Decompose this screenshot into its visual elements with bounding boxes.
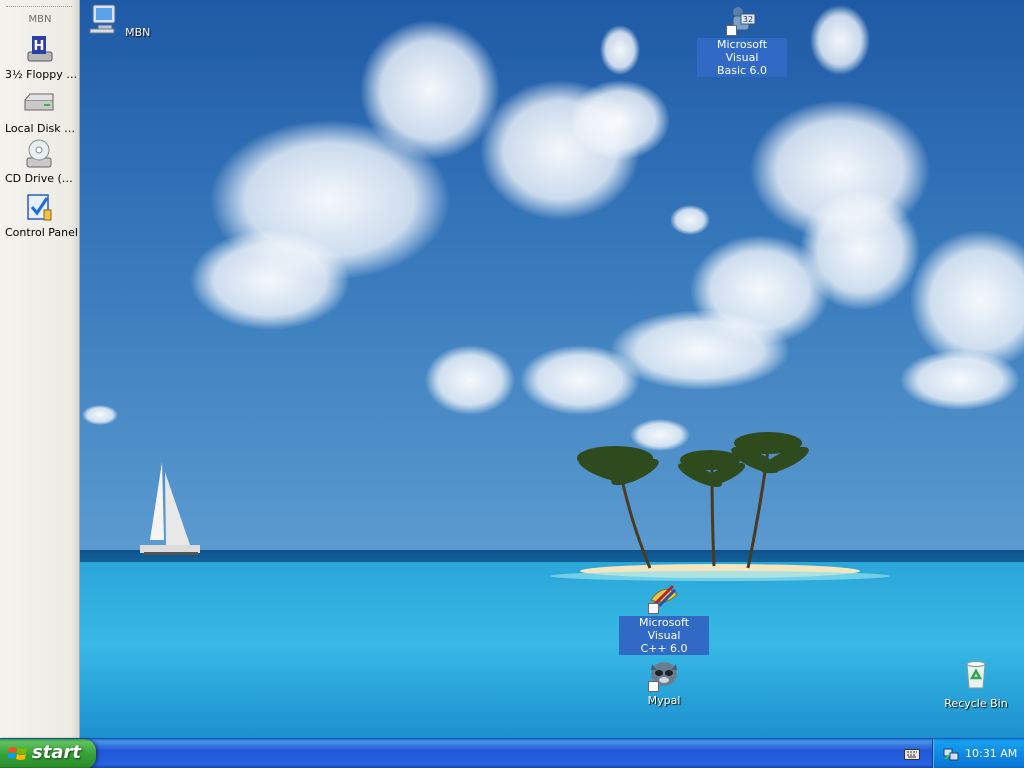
system-tray: 10:31 AM	[932, 739, 1024, 768]
desktop-icon-mbn[interactable]: MBN	[74, 2, 164, 39]
panel-item-label: CD Drive (D:)	[5, 172, 78, 185]
clock[interactable]: 10:31 AM	[965, 747, 1017, 760]
panel-item-control-panel[interactable]: Control Panel	[0, 192, 80, 242]
desktop-screen: MBN H 3½ Floppy (A:) Local Disk (C:) CD …	[0, 0, 1024, 768]
desktop-icon-label: Mypal	[647, 694, 681, 707]
panel-item-local-disk[interactable]: Local Disk (C:)	[0, 88, 80, 138]
hard-disk-icon	[24, 93, 54, 111]
quick-launch-panel: MBN H 3½ Floppy (A:) Local Disk (C:) CD …	[0, 0, 80, 738]
panel-item-label: 3½ Floppy (A:)	[5, 68, 78, 81]
visual-cpp-icon-wrap	[647, 580, 681, 614]
panel-item-label: Local Disk (C:)	[5, 122, 78, 135]
desktop-icon-label: Microsoft Visual Basic 6.0	[697, 38, 787, 77]
my-computer-icon	[89, 4, 116, 34]
windows-flag-icon	[8, 747, 27, 760]
shortcut-arrow-icon	[648, 603, 659, 614]
desktop-icon-label: Recycle Bin	[944, 697, 1008, 710]
desktop-icon-visual-basic[interactable]: 32 Microsoft Visual Basic 6.0	[697, 2, 787, 77]
shortcut-arrow-icon	[648, 681, 659, 692]
panel-item-label: Control Panel	[5, 226, 78, 239]
shortcut-arrow-icon	[726, 25, 737, 36]
network-tray-icon[interactable]	[943, 746, 959, 762]
visual-basic-icon-wrap: 32	[725, 2, 759, 36]
desktop-icon-label: MBN	[125, 26, 151, 39]
desktop-icon-visual-cpp[interactable]: Microsoft Visual C++ 6.0	[619, 580, 709, 655]
mypal-icon-wrap	[647, 658, 681, 692]
svg-text:H: H	[34, 39, 45, 54]
panel-title: MBN	[28, 14, 52, 25]
svg-text:32: 32	[743, 15, 753, 24]
desktop-icon-recycle-bin[interactable]: Recycle Bin	[931, 658, 1021, 710]
panel-grip[interactable]	[6, 6, 72, 8]
cd-drive-icon	[26, 139, 52, 168]
wallpaper	[0, 0, 1024, 740]
panel-item-floppy[interactable]: H 3½ Floppy (A:)	[0, 34, 80, 84]
panel-item-cd-drive[interactable]: CD Drive (D:)	[0, 138, 80, 188]
desktop-icon-mypal[interactable]: Mypal	[619, 658, 709, 707]
keyboard-icon[interactable]	[904, 748, 920, 760]
recycle-bin-icon	[966, 661, 986, 689]
taskbar: start 10:31 AM	[0, 738, 1024, 768]
floppy-drive-icon: H	[27, 36, 53, 62]
desktop-icon-label: Microsoft Visual C++ 6.0	[619, 616, 709, 655]
start-label: start	[32, 742, 81, 763]
control-panel-icon	[27, 194, 52, 221]
start-button[interactable]: start	[0, 739, 96, 768]
